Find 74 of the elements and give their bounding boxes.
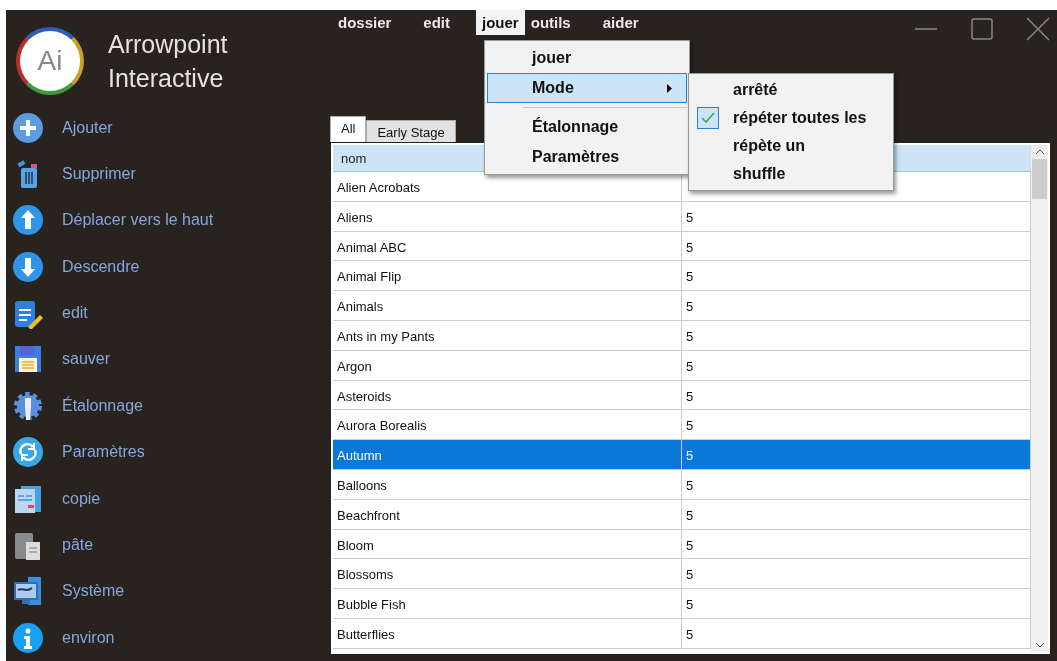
arrow-down-icon <box>12 250 44 283</box>
menu-option[interactable]: Étalonnage <box>487 112 687 142</box>
sidebar-item[interactable]: pâte <box>62 536 94 554</box>
tab[interactable]: Early Stage <box>366 120 456 142</box>
table-cell: Butterflies <box>333 618 682 649</box>
refresh-icon <box>12 436 44 469</box>
table-row[interactable]: Bubble Fish 5 <box>333 589 1031 619</box>
menu-option[interactable]: arrêté <box>733 81 778 99</box>
sidebar-item[interactable]: Paramètres <box>62 443 145 462</box>
menu-option[interactable]: Paramètres <box>487 142 687 172</box>
sidebar-item[interactable]: Supprimer <box>62 164 136 183</box>
table-row[interactable]: Butterflies 5 <box>333 618 1031 649</box>
table-cell: Bubble Fish <box>333 589 682 619</box>
table-row[interactable]: Animals 5 <box>333 291 1031 321</box>
menu-option[interactable]: répéter toutes les <box>733 109 867 127</box>
app-title: Interactive <box>108 63 225 95</box>
table-row[interactable]: Balloons 5 <box>333 469 1031 500</box>
table-row[interactable]: Autumn 5 <box>333 440 1031 470</box>
menu-item[interactable]: dossier <box>332 10 398 35</box>
menu-option[interactable]: jouer <box>487 43 687 73</box>
menu-item[interactable]: edit <box>417 10 457 35</box>
sidebar-item[interactable]: Étalonnage <box>62 396 143 415</box>
table-cell: Beachfront <box>333 499 682 530</box>
table-cell: Aliens <box>333 201 682 232</box>
table-cell: Ants in my Pants <box>333 321 682 351</box>
menu-item[interactable]: jouer <box>476 10 525 35</box>
table-row[interactable]: Aliens 5 <box>333 201 1031 232</box>
maximize-icon[interactable] <box>969 16 995 42</box>
table-cell: 5 <box>682 321 1031 351</box>
table-cell: 5 <box>682 440 1031 470</box>
menu-item[interactable]: aider <box>596 10 645 35</box>
close-icon[interactable] <box>1025 16 1051 42</box>
table-row[interactable]: Aurora Borealis 5 <box>333 410 1031 441</box>
table-row[interactable]: Bloom 5 <box>333 529 1031 560</box>
sidebar-item[interactable]: environ <box>62 628 115 647</box>
table-cell: 5 <box>682 589 1031 619</box>
table-row[interactable]: Asteroids 5 <box>333 380 1031 411</box>
table-row[interactable]: Argon 5 <box>333 350 1031 381</box>
tab[interactable]: All <box>330 116 367 142</box>
sidebar-item[interactable]: Déplacer vers le haut <box>62 211 214 230</box>
table-row[interactable]: Animal ABC 5 <box>333 231 1031 262</box>
table-cell: 5 <box>682 350 1031 381</box>
table-cell: 5 <box>682 201 1031 232</box>
table-cell: Argon <box>333 350 682 381</box>
plus-icon <box>12 111 44 144</box>
sidebar-item[interactable]: Descendre <box>62 257 140 276</box>
app-logo: Ai <box>16 27 84 96</box>
table-row[interactable]: Ants in my Pants 5 <box>333 321 1031 351</box>
caret-icon <box>667 83 672 93</box>
arrow-up-icon <box>12 204 44 237</box>
menu-item[interactable]: outils <box>524 10 577 35</box>
menu-option[interactable]: Mode <box>487 73 687 103</box>
table-cell: 5 <box>682 618 1031 649</box>
table-cell: 5 <box>682 469 1031 500</box>
table-cell: Balloons <box>333 469 682 500</box>
table-row[interactable]: Blossoms 5 <box>333 559 1031 590</box>
table-row[interactable]: Beachfront 5 <box>333 499 1031 530</box>
gear-wrench-icon <box>12 389 44 422</box>
scrollbar-thumb[interactable] <box>1032 159 1047 199</box>
monitor-icon <box>12 575 44 608</box>
table-cell: 5 <box>682 291 1031 321</box>
menu-option[interactable]: répète un <box>733 137 805 155</box>
app-title: Arrowpoint <box>108 29 228 61</box>
sidebar-item[interactable]: Ajouter <box>62 118 113 137</box>
table-cell: 5 <box>682 499 1031 530</box>
table-row[interactable]: Animal Flip 5 <box>333 261 1031 292</box>
scrollbar[interactable] <box>1031 145 1048 652</box>
sidebar-item[interactable]: Système <box>62 582 125 601</box>
sidebar-item[interactable]: edit <box>62 304 88 323</box>
sidebar-item[interactable]: copie <box>62 489 101 508</box>
table-cell: Animals <box>333 291 682 321</box>
sidebar-item[interactable]: sauver <box>62 350 111 369</box>
table-cell: Autumn <box>333 440 682 470</box>
info-icon <box>12 621 44 654</box>
